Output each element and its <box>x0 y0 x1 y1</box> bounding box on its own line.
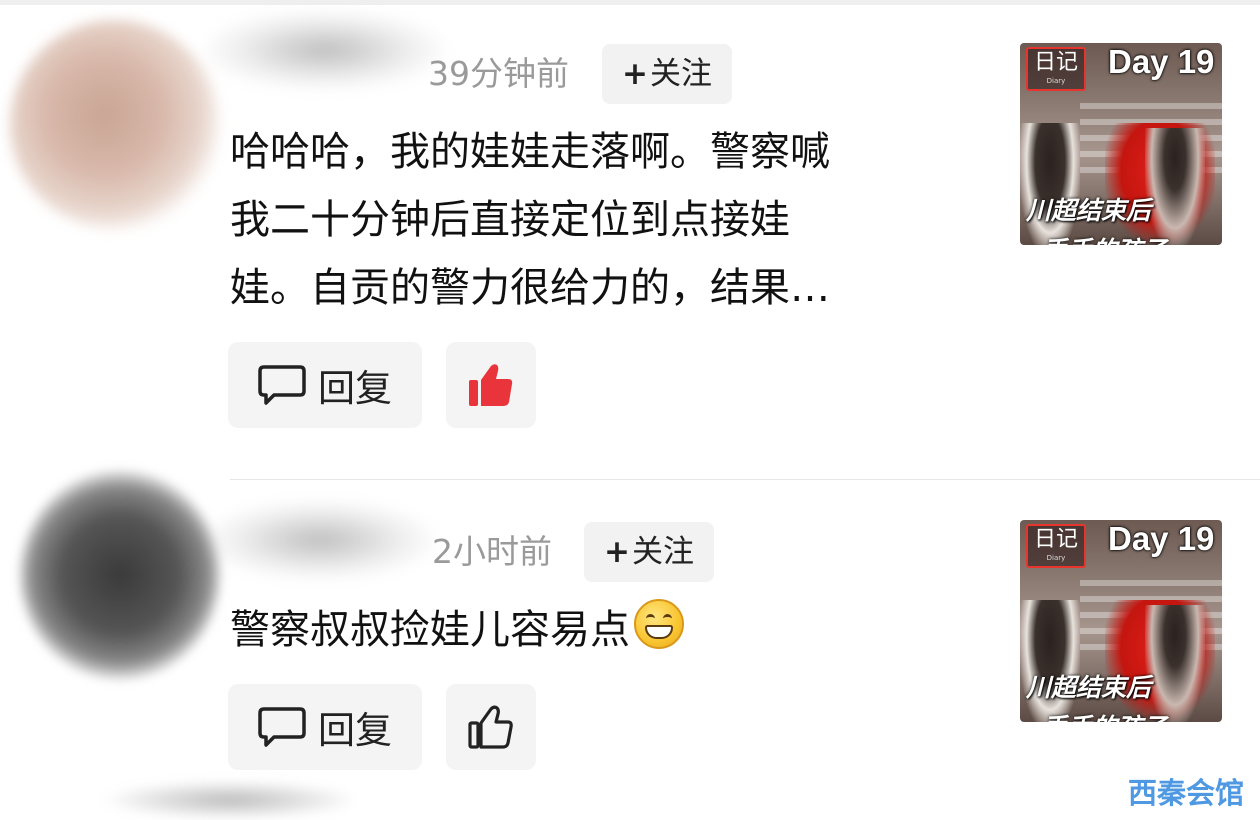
video-thumbnail[interactable]: 日记 Diary Day 19 川超结束后 丢手的孩子 <box>1020 520 1222 722</box>
reply-label: 回复 <box>318 367 392 410</box>
video-thumbnail[interactable]: 日记 Diary Day 19 川超结束后 丢手的孩子 <box>1020 43 1222 245</box>
thumbs-up-filled-icon <box>469 364 513 406</box>
follow-button[interactable]: +关注 <box>602 44 732 104</box>
comment-time: 39分钟前 <box>428 54 569 93</box>
diary-badge-sub: Diary <box>1046 77 1066 85</box>
diary-badge-text: 日记 <box>1034 50 1079 75</box>
comment-divider <box>230 479 1260 480</box>
avatar[interactable] <box>10 20 220 230</box>
thumbs-up-outline-icon <box>468 705 513 749</box>
day-label: Day 19 <box>1108 520 1215 557</box>
like-button[interactable] <box>446 684 536 770</box>
comment-text[interactable]: 哈哈哈，我的娃娃走落啊。警察喊 我二十分钟后直接定位到点接娃 娃。自贡的警力很给… <box>230 118 830 322</box>
comment-text-body: 警察叔叔捡娃儿容易点 <box>230 607 630 653</box>
comment-time: 2小时前 <box>432 532 552 571</box>
plus-icon: + <box>622 56 648 92</box>
comment-item: 39分钟前 +关注 哈哈哈，我的娃娃走落啊。警察喊 我二十分钟后直接定位到点接娃… <box>0 0 1260 480</box>
grinning-face-emoji <box>634 599 684 649</box>
reply-button[interactable]: 回复 <box>228 684 422 770</box>
comment-text-line: 娃。自贡的警力很给力的，结果… <box>230 265 830 311</box>
watermark: 西秦会馆 <box>1128 776 1245 810</box>
photo-figure <box>1145 605 1205 722</box>
avatar[interactable] <box>20 470 220 680</box>
speech-bubble-icon <box>258 707 306 747</box>
reply-button[interactable]: 回复 <box>228 342 422 428</box>
diary-badge: 日记 Diary <box>1026 524 1087 568</box>
next-comment-redacted <box>100 780 360 820</box>
diary-badge-sub: Diary <box>1046 554 1066 562</box>
video-caption-cut: 丢手的孩子 <box>1042 231 1167 245</box>
speech-bubble-icon <box>258 365 306 405</box>
follow-label: 关注 <box>649 56 712 92</box>
follow-button[interactable]: +关注 <box>584 522 714 582</box>
follow-label: 关注 <box>631 534 694 570</box>
video-caption: 川超结束后 <box>1026 673 1152 702</box>
day-label: Day 19 <box>1108 43 1215 80</box>
username-redacted <box>205 500 435 580</box>
plus-icon: + <box>604 534 630 570</box>
comment-text-line: 哈哈哈，我的娃娃走落啊。警察喊 <box>230 129 830 175</box>
comment-text[interactable]: 警察叔叔捡娃儿容易点 <box>230 596 684 664</box>
comment-text-line: 我二十分钟后直接定位到点接娃 <box>230 197 790 243</box>
reply-label: 回复 <box>318 709 392 752</box>
photo-figure <box>1145 128 1205 245</box>
username-redacted <box>205 10 445 90</box>
diary-badge: 日记 Diary <box>1026 47 1087 91</box>
video-caption: 川超结束后 <box>1026 196 1152 225</box>
like-button[interactable] <box>446 342 536 428</box>
diary-badge-text: 日记 <box>1034 527 1079 552</box>
video-caption-cut: 丢手的孩子 <box>1042 708 1167 722</box>
